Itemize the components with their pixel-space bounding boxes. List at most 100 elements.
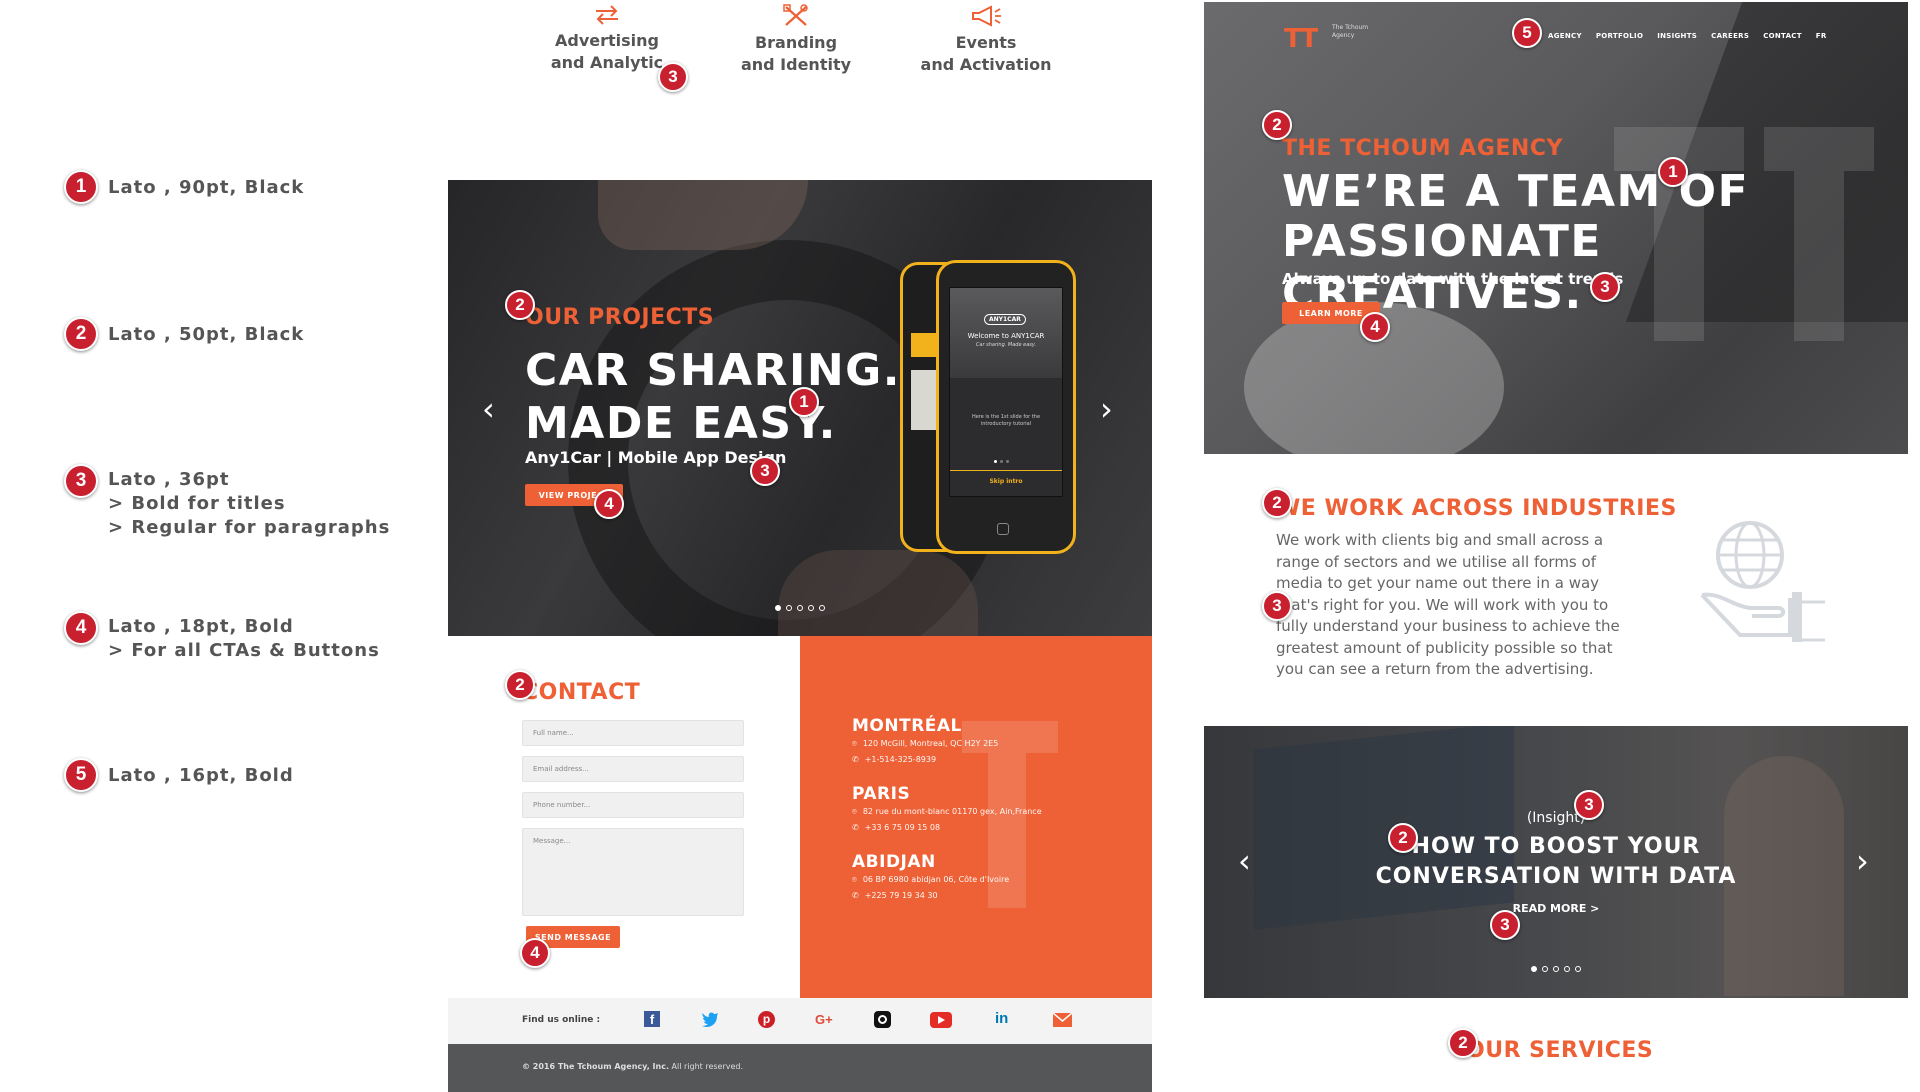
badge-1: 1 (789, 387, 819, 417)
main-nav: AGENCY PORTFOLIO INSIGHTS CAREERS CONTAC… (1534, 32, 1827, 40)
nav-portfolio[interactable]: PORTFOLIO (1596, 32, 1643, 40)
message-field[interactable]: Message... (522, 828, 744, 916)
agency-logo[interactable]: TT (1284, 24, 1318, 54)
badge-3: 3 (1490, 910, 1520, 940)
hero-eyebrow: THE TCHOUM AGENCY (1282, 136, 1563, 161)
projects-title-line1: CAR SHARING. (525, 345, 902, 396)
youtube-icon[interactable] (930, 1012, 952, 1028)
office-paris: PARIS ⌾ 82 rue du mont-blanc 01170 gex, A… (852, 784, 1042, 836)
instagram-icon[interactable] (874, 1011, 891, 1028)
office-address: ⌾ 06 BP 6980 abidjan 06, Côte d'Ivoire (852, 872, 1009, 888)
phone-home-button (997, 523, 1009, 535)
insight-title-line1: HOW TO BOOST YOUR (1411, 834, 1701, 859)
globe-hand-icon (1700, 521, 1825, 642)
map-pin-icon: ⌾ (852, 739, 857, 748)
badge-4: 4 (64, 611, 98, 645)
office-address: ⌾ 82 rue du mont-blanc 01170 gex, Ain,Fra… (852, 804, 1042, 820)
megaphone-icon (972, 5, 1001, 27)
offices-section: MONTRÉAL ⌾ 120 McGill, Montreal, QC H2Y 2… (800, 636, 1152, 998)
service-advertising: Advertising and Analytic (497, 0, 717, 74)
twitter-icon[interactable] (701, 1011, 719, 1027)
industries-title: WE WORK ACROSS INDUSTRIES (1276, 496, 1677, 521)
badge-2: 2 (1262, 488, 1292, 518)
legend-item-3-line2: > Bold for titles (108, 493, 286, 514)
phone-field[interactable]: Phone number... (522, 792, 744, 818)
nav-agency[interactable]: AGENCY (1548, 32, 1582, 40)
chevron-left-icon[interactable]: ‹ (482, 390, 495, 428)
badge-4: 4 (520, 938, 550, 968)
nav-insights[interactable]: INSIGHTS (1657, 32, 1697, 40)
slider-dots[interactable] (1531, 966, 1581, 972)
service-branding: Branding and Identity (686, 0, 906, 76)
legend-item-2: Lato , 50pt, Black (108, 324, 305, 345)
phone-icon: ✆ (852, 823, 859, 832)
service-line1: Events (955, 33, 1017, 52)
phone-slide-text: Here is the 1st slide for the introducto… (971, 414, 1041, 427)
facebook-icon[interactable]: f (644, 1011, 660, 1027)
arrows-exchange-icon (596, 5, 618, 25)
copyright-text: © 2016 The Tchoum Agency, Inc. All right… (522, 1062, 744, 1071)
copyright-bar: © 2016 The Tchoum Agency, Inc. All right… (448, 1044, 1152, 1092)
phone-front: ANY1CAR Welcome to ANY1CAR Car sharing. … (936, 260, 1076, 554)
phone-logo: ANY1CAR (984, 314, 1026, 325)
badge-2: 2 (64, 317, 98, 351)
badge-1: 1 (64, 170, 98, 204)
email-icon[interactable] (1052, 1012, 1073, 1027)
badge-3: 3 (1574, 790, 1604, 820)
legend-item-3-line3: > Regular for paragraphs (108, 517, 391, 538)
office-phone: ✆ +225 79 19 34 30 (852, 888, 1009, 904)
google-plus-icon[interactable]: G+ (815, 1012, 833, 1027)
service-line1: Advertising (555, 31, 659, 50)
hero-subtitle: Always up to date with the latest trends (1282, 270, 1624, 288)
legend-item-4-line1: Lato , 18pt, Bold (108, 616, 294, 637)
office-phone: ✆ +33 6 75 09 15 08 (852, 820, 1042, 836)
badge-5: 5 (1512, 18, 1542, 48)
office-city: MONTRÉAL (852, 716, 962, 736)
badge-3: 3 (1262, 591, 1292, 621)
our-services-title: OUR SERVICES (1466, 1038, 1654, 1063)
badge-4: 4 (1360, 312, 1390, 342)
office-abidjan: ABIDJAN ⌾ 06 BP 6980 abidjan 06, Côte d'I… (852, 852, 1009, 904)
hero-section: TT The Tchoum Agency AGENCY PORTFOLIO IN… (1204, 2, 1908, 454)
service-line2: and Activation (920, 55, 1052, 74)
badge-4: 4 (594, 489, 624, 519)
office-address: ⌾ 120 McGill, Montreal, QC H2Y 2E5 (852, 736, 998, 752)
social-bar: Find us online : f p G+ in (448, 998, 1152, 1044)
badge-3: 3 (64, 464, 98, 498)
badge-2: 2 (1388, 823, 1418, 853)
badge-2: 2 (1448, 1028, 1478, 1058)
slider-dots[interactable] (775, 605, 825, 611)
read-more-link[interactable]: READ MORE > (1204, 902, 1908, 915)
service-line1: Branding (754, 33, 838, 52)
office-city: PARIS (852, 784, 911, 804)
industries-body: We work with clients big and small acros… (1276, 531, 1620, 678)
badge-5: 5 (64, 758, 98, 792)
badge-3: 3 (750, 456, 780, 486)
find-us-label: Find us online : (522, 1015, 601, 1025)
email-field[interactable]: Email address... (522, 756, 744, 782)
phone-tagline: Car sharing. Made easy. (975, 342, 1037, 348)
projects-eyebrow: OUR PROJECTS (525, 305, 715, 330)
badge-3: 3 (658, 62, 688, 92)
legend-item-1: Lato , 90pt, Black (108, 177, 305, 198)
insight-tag: (Insight) (1526, 810, 1586, 826)
pinterest-icon[interactable]: p (758, 1011, 775, 1028)
nav-contact[interactable]: CONTACT (1763, 32, 1802, 40)
badge-2: 2 (1262, 110, 1292, 140)
insight-title-line2: CONVERSATION WITH DATA (1375, 864, 1737, 889)
nav-language[interactable]: FR (1816, 32, 1827, 40)
legend-item-4-line2: > For all CTAs & Buttons (108, 640, 380, 661)
linkedin-icon[interactable]: in (995, 1010, 1008, 1027)
insight-slider: ‹ › (Insight) HOW TO BOOST YOUR CONVERSA… (1204, 726, 1908, 998)
nav-careers[interactable]: CAREERS (1711, 32, 1749, 40)
service-line2: and Identity (740, 55, 852, 74)
legend-item-3-line1: Lato , 36pt (108, 469, 230, 490)
legend-item-5: Lato , 16pt, Bold (108, 765, 294, 786)
phone-skip-intro: Skip intro (989, 478, 1023, 485)
fullname-field[interactable]: Full name... (522, 720, 744, 746)
service-events: Events and Activation (876, 0, 1096, 76)
phone-welcome: Welcome to ANY1CAR (967, 332, 1045, 340)
contact-title: CONTACT (522, 680, 641, 705)
badge-1: 1 (1658, 157, 1688, 187)
chevron-right-icon[interactable]: › (1100, 390, 1113, 428)
